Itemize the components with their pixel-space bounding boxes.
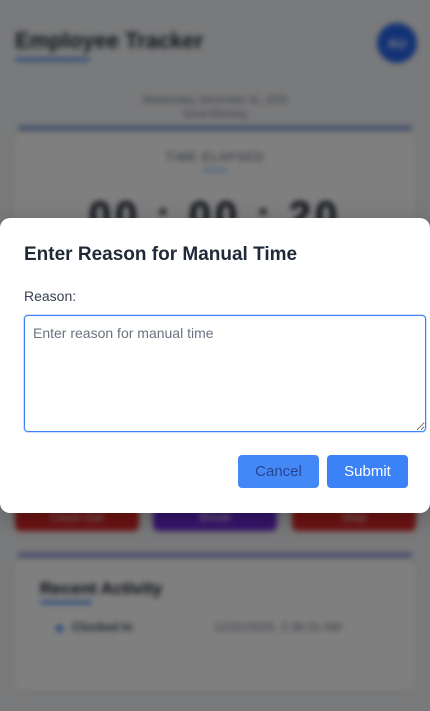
modal-title: Enter Reason for Manual Time bbox=[24, 244, 298, 265]
manual-time-modal: Enter Reason for Manual Time Reason: Can… bbox=[0, 218, 430, 513]
submit-button[interactable]: Submit bbox=[327, 455, 408, 488]
reason-textarea[interactable] bbox=[24, 315, 426, 432]
cancel-button[interactable]: Cancel bbox=[238, 455, 319, 488]
reason-label: Reason: bbox=[24, 288, 77, 304]
